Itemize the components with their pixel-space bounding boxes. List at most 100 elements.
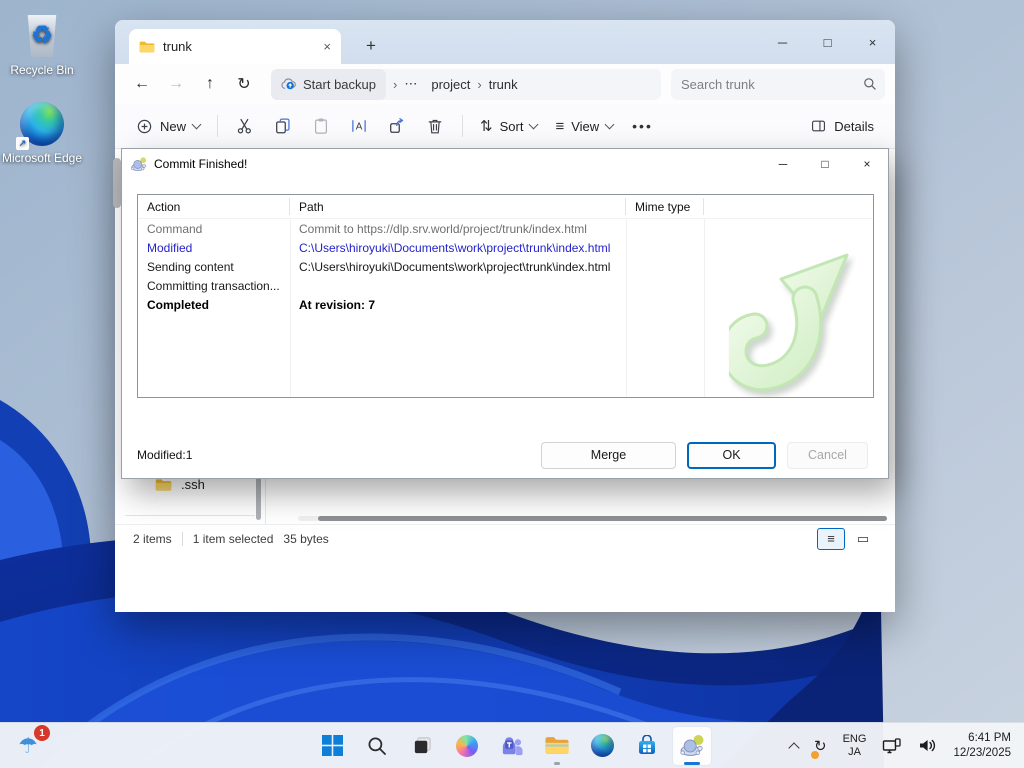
- explorer-toolbar: New: [115, 104, 895, 149]
- chevron-down-icon: [605, 119, 615, 129]
- taskbar: ☂ 1: [0, 722, 1024, 768]
- sidebar-item-ssh[interactable]: .ssh: [155, 477, 205, 492]
- row-action: Sending content: [138, 260, 290, 274]
- row-action: Committing transaction...: [138, 279, 290, 293]
- ok-button[interactable]: OK: [687, 442, 776, 469]
- breadcrumb-project[interactable]: project: [431, 77, 470, 92]
- edge-button[interactable]: [582, 726, 622, 766]
- dialog-maximize-button[interactable]: □: [804, 149, 846, 179]
- list-header[interactable]: Action Path Mime type: [138, 195, 873, 219]
- taskbar-weather-widget[interactable]: ☂ 1: [8, 726, 48, 765]
- edge-icon: [591, 734, 614, 757]
- window-close-button[interactable]: ×: [850, 20, 895, 64]
- task-view-icon: [412, 735, 433, 756]
- horizontal-scrollbar-thumb[interactable]: [318, 516, 887, 521]
- desktop-icon-recycle-bin[interactable]: ♻ Recycle Bin: [0, 12, 84, 77]
- address-bar[interactable]: Start backup › ⋯ project › trunk: [271, 69, 661, 100]
- view-button[interactable]: ≡ View: [546, 112, 622, 141]
- folder-icon: [155, 478, 172, 492]
- window-maximize-button[interactable]: □: [805, 20, 850, 64]
- row-action: Command: [138, 222, 290, 236]
- commit-summary: Modified:1: [137, 448, 192, 462]
- tortoisesvn-task-button[interactable]: [672, 726, 712, 766]
- delete-button[interactable]: [416, 109, 454, 143]
- search-box[interactable]: [671, 69, 885, 100]
- clock-widget[interactable]: 6:41 PM 12/23/2025: [948, 728, 1016, 764]
- dialog-title-bar[interactable]: Commit Finished! ─ □ ×: [122, 149, 888, 179]
- sync-status-icon[interactable]: ↻: [809, 728, 832, 764]
- tray-overflow-chevron[interactable]: [785, 728, 803, 764]
- commit-progress-list[interactable]: Action Path Mime type Command Commit to …: [137, 194, 874, 398]
- folder-icon: [139, 40, 155, 54]
- explorer-tab-trunk[interactable]: trunk ×: [129, 29, 341, 64]
- window-minimize-button[interactable]: ─: [760, 20, 805, 64]
- recycle-symbol-icon: ♻: [31, 24, 53, 48]
- merge-button[interactable]: Merge: [541, 442, 676, 469]
- edge-label: Microsoft Edge: [0, 151, 84, 165]
- breadcrumb-trunk[interactable]: trunk: [489, 77, 518, 92]
- more-options-button[interactable]: •••: [622, 118, 663, 134]
- chevron-down-icon: [529, 119, 539, 129]
- paste-button: [302, 109, 340, 143]
- sort-button-label: Sort: [500, 119, 524, 134]
- new-tab-button[interactable]: +: [357, 32, 385, 60]
- dialog-minimize-button[interactable]: ─: [762, 149, 804, 179]
- explorer-status-bar: 2 items 1 item selected 35 bytes ≡ ▭: [115, 524, 895, 552]
- search-input[interactable]: [679, 76, 863, 93]
- breadcrumb-separator: ›: [470, 77, 488, 92]
- copy-button[interactable]: [264, 109, 302, 143]
- breadcrumb-ellipsis[interactable]: ⋯: [404, 76, 417, 92]
- task-view-button[interactable]: [402, 726, 442, 766]
- dialog-footer: Modified:1 Merge OK Cancel: [137, 441, 868, 469]
- file-explorer-button[interactable]: [537, 726, 577, 766]
- column-action[interactable]: Action: [138, 198, 290, 215]
- language-indicator[interactable]: ENG JA: [838, 728, 872, 764]
- thumbnail-view-toggle[interactable]: ▭: [849, 528, 877, 550]
- running-app-indicator: [554, 762, 560, 765]
- explorer-tab-strip: trunk × + ─ □ ×: [115, 20, 895, 64]
- refresh-button[interactable]: ↻: [227, 68, 261, 100]
- commit-arrow-watermark: [729, 247, 857, 397]
- row-action: Modified: [138, 241, 290, 255]
- language-secondary: JA: [848, 746, 861, 759]
- sidebar-scrollbar[interactable]: [256, 474, 261, 520]
- copilot-icon: [456, 735, 478, 757]
- up-button[interactable]: ↑: [193, 68, 227, 100]
- background-scrollbar-thumb[interactable]: [113, 158, 121, 208]
- back-button[interactable]: ←: [125, 68, 159, 100]
- volume-icon[interactable]: [913, 728, 942, 764]
- tab-title: trunk: [163, 39, 192, 54]
- details-pane-button[interactable]: Details: [801, 112, 883, 140]
- copilot-button[interactable]: [447, 726, 487, 766]
- rename-button[interactable]: A: [340, 109, 378, 143]
- cut-button[interactable]: [226, 109, 264, 143]
- tab-close-icon[interactable]: ×: [323, 39, 331, 54]
- list-row-command[interactable]: Command Commit to https://dlp.srv.world/…: [138, 219, 873, 238]
- network-icon[interactable]: [877, 728, 907, 764]
- plus-circle-icon: [136, 118, 153, 135]
- details-view-toggle[interactable]: ≡: [817, 528, 845, 550]
- onedrive-backup-chip[interactable]: Start backup: [271, 69, 386, 100]
- column-mime-type[interactable]: Mime type: [626, 198, 704, 215]
- tortoisesvn-icon: [679, 734, 705, 757]
- taskbar-search-button[interactable]: [357, 726, 397, 766]
- forward-button: →: [159, 68, 193, 100]
- selection-info: 1 item selected: [193, 532, 274, 546]
- start-button[interactable]: [312, 726, 352, 766]
- selection-size: 35 bytes: [283, 532, 328, 546]
- new-button[interactable]: New: [127, 112, 209, 141]
- microsoft-store-button[interactable]: [627, 726, 667, 766]
- column-path[interactable]: Path: [290, 198, 626, 215]
- dialog-close-button[interactable]: ×: [846, 149, 888, 179]
- cancel-button: Cancel: [787, 442, 868, 469]
- svg-text:A: A: [356, 122, 363, 133]
- sort-button[interactable]: ⇅ Sort: [471, 111, 546, 141]
- view-button-label: View: [571, 119, 599, 134]
- breadcrumb-separator: ›: [386, 77, 404, 92]
- search-icon: [863, 77, 877, 91]
- active-app-indicator: [684, 762, 700, 765]
- desktop-icon-microsoft-edge[interactable]: ↗ Microsoft Edge: [0, 100, 84, 165]
- recycle-bin-icon: ♻: [18, 12, 66, 60]
- share-button[interactable]: [378, 109, 416, 143]
- teams-button[interactable]: [492, 726, 532, 766]
